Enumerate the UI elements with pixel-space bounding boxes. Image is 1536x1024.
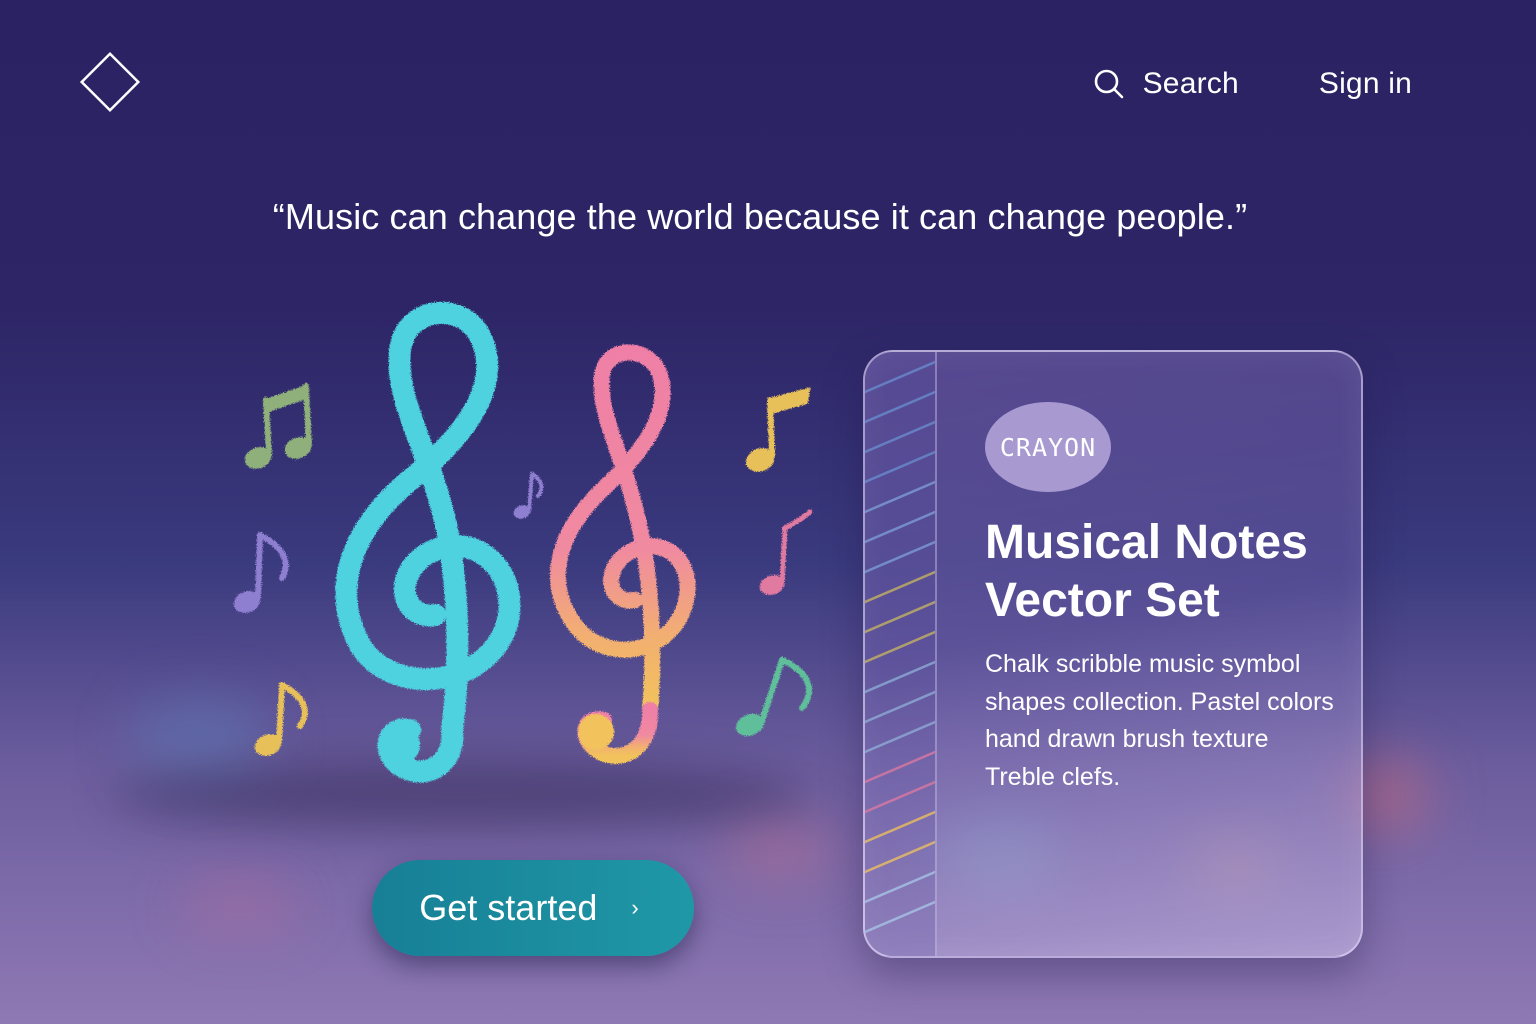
- card-title: Musical Notes Vector Set: [985, 516, 1308, 627]
- logo[interactable]: [76, 48, 144, 116]
- treble-clef-icon: [549, 344, 696, 764]
- bokeh-light: [180, 880, 300, 930]
- hero-quote: “Music can change the world because it c…: [272, 196, 1248, 237]
- crayon-scribble-texture: [865, 360, 937, 934]
- product-card[interactable]: CRAYON Musical Notes Vector Set Chalk sc…: [863, 350, 1363, 958]
- eighth-note-icon: [759, 509, 813, 595]
- chevron-right-icon: ›: [631, 895, 639, 920]
- top-nav: Search Sign in: [1093, 60, 1412, 108]
- crayon-badge: CRAYON: [985, 402, 1111, 492]
- card-spine: [865, 352, 937, 956]
- badge-label: CRAYON: [999, 432, 1097, 462]
- treble-clef-icon: [335, 301, 521, 783]
- get-started-button[interactable]: Get started ›: [372, 860, 694, 956]
- eighth-note-icon: [233, 532, 289, 613]
- eighth-note-icon: [745, 387, 811, 472]
- eighth-note-icon: [735, 657, 813, 737]
- card-description: Chalk scribble music symbol shapes colle…: [985, 650, 1334, 791]
- music-illustration: [220, 290, 840, 810]
- search-label: Search: [1142, 67, 1239, 100]
- music-illustration-svg: [233, 301, 813, 783]
- beamed-notes-icon: [244, 383, 312, 469]
- eighth-note-icon: [513, 472, 544, 519]
- eighth-note-icon: [254, 682, 308, 756]
- search-icon: [1094, 69, 1123, 99]
- get-started-label: Get started: [419, 887, 598, 928]
- sign-in-link[interactable]: Sign in: [1319, 67, 1412, 101]
- bokeh-light: [720, 820, 840, 880]
- search-button[interactable]: Search: [1093, 67, 1239, 101]
- diamond-logo-icon: [79, 51, 141, 113]
